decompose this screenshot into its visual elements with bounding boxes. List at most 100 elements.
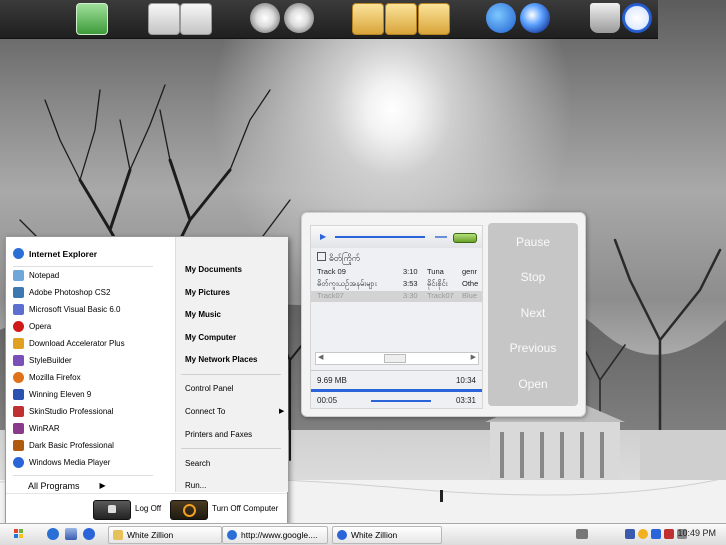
track-genre: Othe bbox=[462, 279, 479, 288]
start-menu-item-stylebuilder[interactable]: StyleBuilder bbox=[13, 352, 72, 369]
folder-music-icon[interactable] bbox=[385, 3, 417, 35]
item-label: Opera bbox=[29, 322, 52, 331]
item-label: SkinStudio Professional bbox=[29, 407, 114, 416]
open-button[interactable]: Open bbox=[488, 377, 578, 391]
notepad-icon bbox=[13, 270, 24, 281]
start-menu-programs: Internet Explorer Notepad Adobe Photosho… bbox=[6, 237, 174, 492]
top-dock bbox=[0, 0, 658, 39]
window-icon[interactable] bbox=[148, 3, 180, 35]
start-menu-search[interactable]: Search bbox=[185, 459, 210, 468]
windows-media-player-icon bbox=[13, 457, 24, 468]
power-icon bbox=[183, 504, 196, 517]
track-title: ဓိတ်ကူးယဉ်အနမ်းများ bbox=[317, 279, 377, 288]
playlist-row-selected[interactable]: Track07 3:30 Track07 Blue bbox=[311, 291, 482, 302]
clock-icon[interactable] bbox=[622, 3, 652, 33]
now-playing-title: ဓိတ်ကြိုက် bbox=[329, 253, 361, 263]
messenger-icon[interactable] bbox=[638, 529, 648, 539]
start-menu-item-windows-media-player[interactable]: Windows Media Player bbox=[13, 454, 110, 471]
track-time: 3:30 bbox=[403, 291, 418, 300]
log-off-button[interactable] bbox=[93, 500, 131, 520]
media-player-icon[interactable] bbox=[83, 528, 95, 540]
disc-icon[interactable] bbox=[250, 3, 280, 33]
turn-off-button[interactable] bbox=[170, 500, 208, 520]
window-icon[interactable] bbox=[180, 3, 212, 35]
item-label: Windows Media Player bbox=[29, 458, 111, 467]
item-label: Winning Eleven 9 bbox=[29, 390, 92, 399]
start-menu-control-panel[interactable]: Control Panel bbox=[185, 384, 233, 393]
scroll-left-icon[interactable]: ◀ bbox=[318, 353, 323, 361]
dark-basic-icon bbox=[13, 440, 24, 451]
pause-button[interactable]: Pause bbox=[488, 235, 578, 249]
start-menu-item-dark-basic[interactable]: Dark Basic Professional bbox=[13, 437, 114, 454]
item-label: Adobe Photoshop CS2 bbox=[29, 288, 111, 297]
start-menu-my-music[interactable]: My Music bbox=[185, 310, 221, 319]
start-menu-footer: Log Off Turn Off Computer bbox=[6, 493, 287, 526]
player-controls: Pause Stop Next Previous Open bbox=[488, 223, 578, 406]
volume-slider[interactable] bbox=[453, 233, 477, 243]
start-menu-my-computer[interactable]: My Computer bbox=[185, 333, 236, 342]
start-menu-item-winrar[interactable]: WinRAR bbox=[13, 420, 60, 437]
track-title: Track07 bbox=[317, 291, 344, 300]
show-desktop-icon[interactable] bbox=[65, 528, 77, 540]
internet-explorer-icon[interactable] bbox=[47, 528, 59, 540]
taskbar-clock[interactable]: 10:49 PM bbox=[677, 528, 716, 538]
item-label: WinRAR bbox=[29, 424, 60, 433]
start-menu-my-documents[interactable]: My Documents bbox=[185, 265, 242, 274]
volume-bar[interactable] bbox=[435, 236, 447, 238]
task-button-browser[interactable]: http://www.google.... bbox=[222, 526, 328, 544]
start-menu-item-internet-explorer[interactable]: Internet Explorer bbox=[13, 245, 97, 262]
play-icon[interactable]: ▶ bbox=[320, 232, 326, 241]
skinstudio-icon bbox=[13, 406, 24, 417]
keyboard-icon[interactable] bbox=[576, 529, 588, 539]
start-menu-my-pictures[interactable]: My Pictures bbox=[185, 288, 230, 297]
divider bbox=[13, 475, 153, 476]
start-menu-connect-to[interactable]: Connect To bbox=[185, 407, 225, 416]
start-button[interactable] bbox=[2, 526, 34, 542]
scroll-thumb[interactable] bbox=[384, 354, 406, 363]
security-icon[interactable] bbox=[664, 529, 674, 539]
start-menu-item-skinstudio[interactable]: SkinStudio Professional bbox=[13, 403, 114, 420]
folder-icon[interactable] bbox=[352, 3, 384, 35]
next-button[interactable]: Next bbox=[488, 306, 578, 320]
winrar-icon bbox=[13, 423, 24, 434]
item-label: Mozilla Firefox bbox=[29, 373, 81, 382]
start-menu-run[interactable]: Run... bbox=[185, 481, 206, 490]
start-menu-item-winning-eleven[interactable]: Winning Eleven 9 bbox=[13, 386, 91, 403]
folder-pictures-icon[interactable] bbox=[418, 3, 450, 35]
turn-off-label[interactable]: Turn Off Computer bbox=[212, 504, 278, 513]
network-icon[interactable] bbox=[625, 529, 635, 539]
start-menu-item-firefox[interactable]: Mozilla Firefox bbox=[13, 369, 81, 386]
photoshop-icon bbox=[13, 287, 24, 298]
start-menu-item-download-accelerator[interactable]: Download Accelerator Plus bbox=[13, 335, 125, 352]
task-button-player[interactable]: White Zillion bbox=[332, 526, 442, 544]
start-menu-item-photoshop[interactable]: Adobe Photoshop CS2 bbox=[13, 284, 110, 301]
track-genre: genr bbox=[462, 267, 478, 276]
all-programs-button[interactable]: All Programs ▶ bbox=[28, 477, 106, 494]
chart-icon[interactable] bbox=[76, 3, 108, 35]
item-label: Microsoft Visual Basic 6.0 bbox=[29, 305, 121, 314]
start-menu-item-notepad[interactable]: Notepad bbox=[13, 267, 59, 284]
horizontal-scrollbar[interactable]: ◀ ▶ bbox=[315, 352, 479, 365]
internet-explorer-icon[interactable] bbox=[486, 3, 516, 33]
scroll-right-icon[interactable]: ▶ bbox=[471, 353, 476, 361]
start-menu-item-opera[interactable]: Opera bbox=[13, 318, 51, 335]
recycle-bin-icon[interactable] bbox=[590, 3, 620, 33]
seek-bar[interactable] bbox=[335, 236, 425, 238]
disc-burn-icon[interactable] bbox=[284, 3, 314, 33]
track-time: 3:53 bbox=[403, 279, 418, 288]
start-menu-item-visual-basic[interactable]: Microsoft Visual Basic 6.0 bbox=[13, 301, 120, 318]
antivirus-icon[interactable] bbox=[651, 529, 661, 539]
start-menu-printers-and-faxes[interactable]: Printers and Faxes bbox=[185, 430, 252, 439]
task-button-folder[interactable]: White Zillion bbox=[108, 526, 222, 544]
media-player-icon[interactable] bbox=[520, 3, 550, 33]
previous-button[interactable]: Previous bbox=[488, 341, 578, 355]
progress-bar[interactable] bbox=[311, 389, 482, 392]
arrow-right-icon: ▶ bbox=[99, 481, 106, 490]
opera-icon bbox=[13, 321, 24, 332]
mini-progress[interactable] bbox=[371, 400, 431, 402]
track-artist: Track07 bbox=[427, 291, 454, 300]
start-menu-my-network-places[interactable]: My Network Places bbox=[185, 355, 257, 364]
log-off-label[interactable]: Log Off bbox=[135, 504, 161, 513]
stop-button[interactable]: Stop bbox=[488, 270, 578, 284]
item-label: All Programs bbox=[28, 480, 80, 491]
